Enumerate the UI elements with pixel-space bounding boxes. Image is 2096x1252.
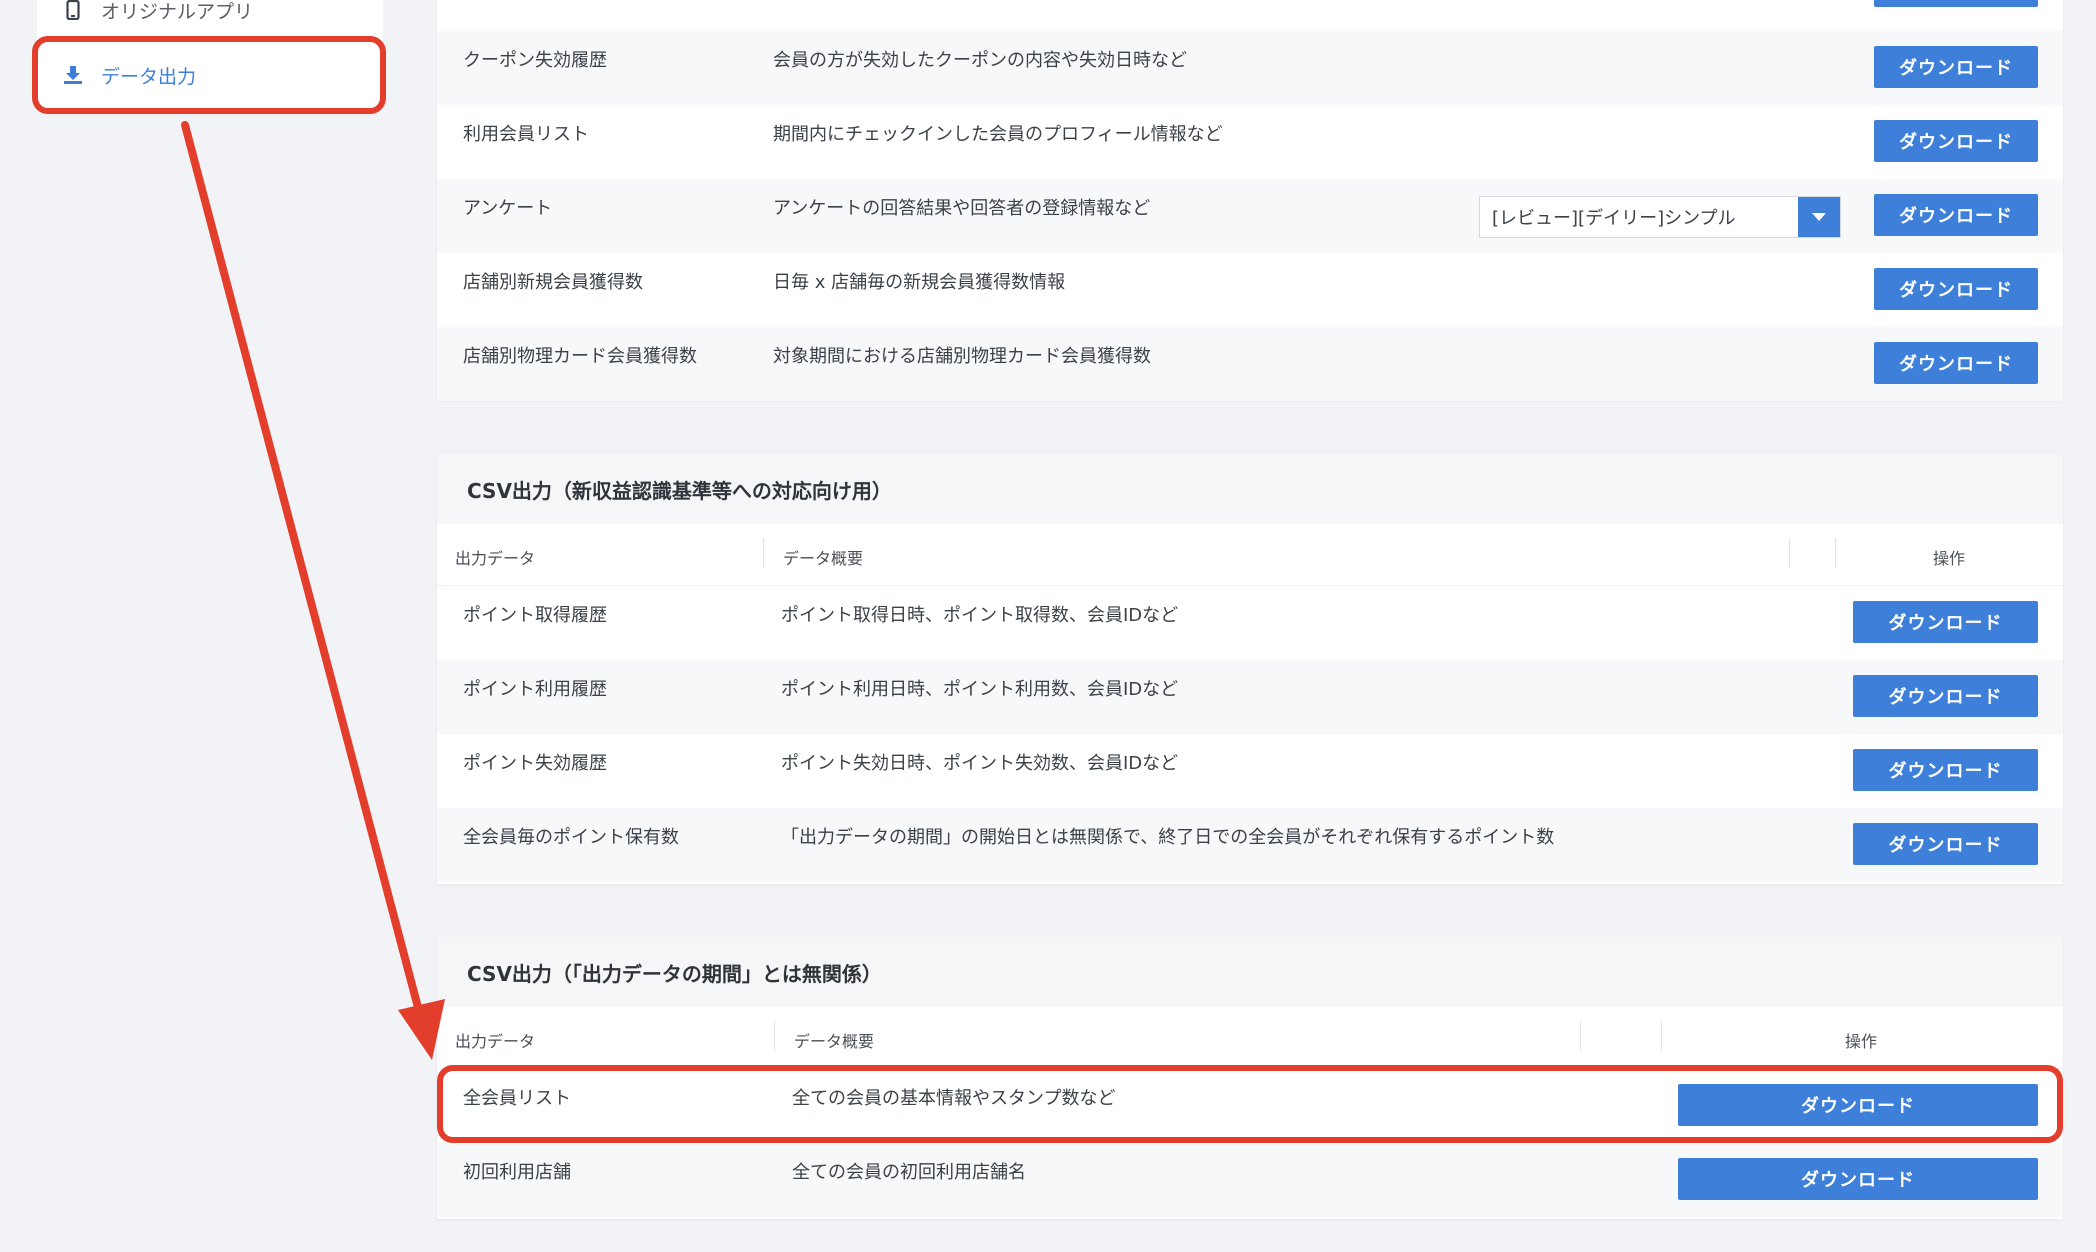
survey-select-value: [レビュー][デイリー]シンプル — [1492, 208, 1736, 229]
table-row: 店舗別新規会員獲得数 日毎 x 店舗毎の新規会員獲得数情報 ダウンロード — [437, 253, 2063, 327]
download-button[interactable]: ダウンロード — [1678, 1084, 2038, 1126]
download-button[interactable]: ダウンロード — [1853, 749, 2038, 791]
download-button[interactable]: ダウンロード — [1874, 342, 2038, 384]
column-divider — [1835, 538, 1836, 568]
download-button[interactable]: ダウンロード — [1678, 1158, 2038, 1200]
download-button[interactable]: ダウンロード — [1874, 194, 2038, 236]
row-name: 初回利用店舗 — [463, 1162, 571, 1183]
row-desc: 全ての会員の基本情報やスタンプ数など — [792, 1088, 1116, 1109]
download-button[interactable]: ダウンロード — [1874, 46, 2038, 88]
row-name: ポイント失効履歴 — [463, 753, 607, 774]
col-data-summary: データ概要 — [783, 549, 864, 568]
row-desc: 期間内にチェックインした会員のプロフィール情報など — [773, 124, 1223, 145]
row-desc: 全ての会員の初回利用店舗名 — [792, 1162, 1026, 1183]
col-data-summary: データ概要 — [794, 1032, 875, 1051]
row-name: ポイント取得履歴 — [463, 605, 607, 626]
table-row: ポイント失効履歴 ポイント失効日時、ポイント失効数、会員IDなど ダウンロード — [437, 734, 2063, 808]
col-action: 操作 — [1845, 1032, 1878, 1051]
table-row: 店舗別物理カード会員獲得数 対象期間における店舗別物理カード会員獲得数 ダウンロ… — [437, 327, 2063, 401]
sidebar: オリジナルアプリ データ出力 — [37, 0, 383, 108]
sidebar-item-original-app[interactable]: オリジナルアプリ — [37, 0, 383, 38]
row-name: 店舗別物理カード会員獲得数 — [463, 346, 697, 367]
row-name: クーポン失効履歴 — [463, 50, 607, 71]
column-divider — [1661, 1021, 1662, 1051]
row-desc: 日毎 x 店舗毎の新規会員獲得数情報 — [773, 272, 1066, 293]
row-desc: 会員の方が失効したクーポンの内容や失効日時など — [773, 50, 1187, 71]
row-desc: ポイント失効日時、ポイント失効数、会員IDなど — [781, 753, 1179, 774]
table-row: 初回利用店舗 全ての会員の初回利用店舗名 ダウンロード — [437, 1143, 2063, 1217]
download-button[interactable]: ダウンロード — [1853, 823, 2038, 865]
column-divider — [1789, 538, 1790, 568]
panel-title: CSV出力（「出力データの期間」とは無関係） — [437, 937, 2063, 1007]
table-row: アンケート アンケートの回答結果や回答者の登録情報など [レビュー][デイリー]… — [437, 179, 2063, 253]
phone-icon — [61, 0, 85, 20]
column-divider — [763, 538, 764, 568]
row-name: 全会員毎のポイント保有数 — [463, 827, 679, 848]
row-name: アンケート — [463, 198, 553, 219]
row-desc: アンケートの回答結果や回答者の登録情報など — [773, 198, 1151, 219]
table-row: 全会員毎のポイント保有数 「出力データの期間」の開始日とは無関係で、終了日での全… — [437, 808, 2063, 882]
row-name: 全会員リスト — [463, 1088, 571, 1109]
column-divider — [774, 1021, 775, 1051]
download-button[interactable]: ダウンロード — [1874, 268, 2038, 310]
download-button[interactable]: ダウンロード — [1853, 601, 2038, 643]
row-desc: 対象期間における店舗別物理カード会員獲得数 — [773, 346, 1151, 367]
row-desc: 「出力データの期間」の開始日とは無関係で、終了日での全会員がそれぞれ保有するポイ… — [781, 827, 1555, 848]
table-header: 出力データ データ概要 操作 — [437, 524, 2063, 586]
row-desc: ポイント取得日時、ポイント取得数、会員IDなど — [781, 605, 1179, 626]
sidebar-item-label: オリジナルアプリ — [101, 0, 254, 23]
table-row: クーポン失効履歴 会員の方が失効したクーポンの内容や失効日時など ダウンロード — [437, 31, 2063, 105]
download-icon — [61, 65, 85, 85]
row-name: 利用会員リスト — [463, 124, 589, 145]
table-row: ポイント利用履歴 ポイント利用日時、ポイント利用数、会員IDなど ダウンロード — [437, 660, 2063, 734]
chevron-down-icon[interactable] — [1798, 197, 1840, 237]
table-row: ダウンロード — [437, 0, 2063, 31]
row-desc: ポイント利用日時、ポイント利用数、会員IDなど — [781, 679, 1179, 700]
row-name: 店舗別新規会員獲得数 — [463, 272, 643, 293]
table-row: ポイント取得履歴 ポイント取得日時、ポイント取得数、会員IDなど ダウンロード — [437, 586, 2063, 660]
csv-period-independent-panel: CSV出力（「出力データの期間」とは無関係） 出力データ データ概要 操作 全会… — [437, 937, 2063, 1219]
column-divider — [1580, 1021, 1581, 1051]
download-button[interactable]: ダウンロード — [1874, 0, 2038, 7]
csv-revenue-recognition-panel: CSV出力（新収益認識基準等への対応向け用） 出力データ データ概要 操作 ポイ… — [437, 454, 2063, 884]
table-row: 全会員リスト 全ての会員の基本情報やスタンプ数など ダウンロード — [437, 1069, 2063, 1143]
sidebar-item-data-export[interactable]: データ出力 — [37, 47, 383, 103]
csv-output-panel: ダウンロード クーポン失効履歴 会員の方が失効したクーポンの内容や失効日時など … — [437, 0, 2063, 401]
table-header: 出力データ データ概要 操作 — [437, 1007, 2063, 1069]
sidebar-item-label: データ出力 — [101, 65, 197, 88]
table-row: 利用会員リスト 期間内にチェックインした会員のプロフィール情報など ダウンロード — [437, 105, 2063, 179]
col-output-data: 出力データ — [455, 1032, 536, 1051]
col-output-data: 出力データ — [455, 549, 536, 568]
col-action: 操作 — [1933, 549, 1966, 568]
download-button[interactable]: ダウンロード — [1874, 120, 2038, 162]
row-name: ポイント利用履歴 — [463, 679, 607, 700]
panel-title: CSV出力（新収益認識基準等への対応向け用） — [437, 454, 2063, 524]
download-button[interactable]: ダウンロード — [1853, 675, 2038, 717]
survey-select[interactable]: [レビュー][デイリー]シンプル — [1479, 196, 1841, 238]
